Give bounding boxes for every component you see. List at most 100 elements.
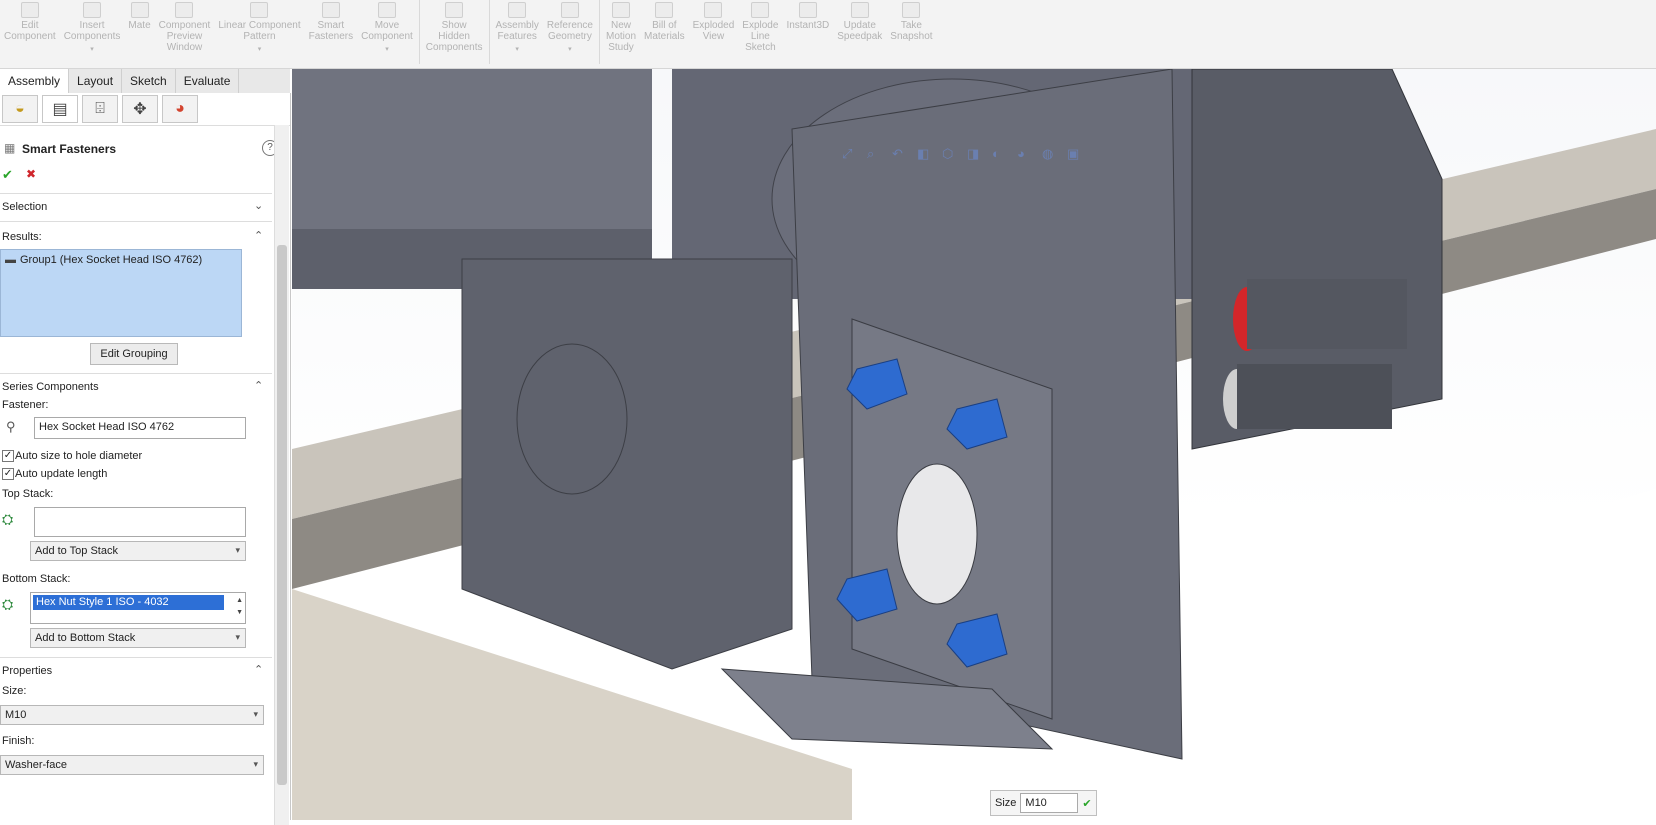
- auto-length-checkbox[interactable]: ✓: [2, 468, 14, 480]
- command-manager-ribbon: Edit Component Insert Components ▾ Mate Comp…: [0, 0, 1656, 69]
- update-speedpak-button[interactable]: Update Speedpak: [833, 0, 886, 42]
- add-top-stack-dropdown[interactable]: Add to Top Stack ▾: [30, 541, 246, 561]
- size-popup: Size M10 ✔: [990, 790, 1097, 816]
- move-component-button[interactable]: Move Component ▾: [357, 0, 417, 55]
- series-components-header[interactable]: Series Components: [2, 381, 99, 393]
- ribbon-label: Move Component: [361, 20, 413, 42]
- add-bottom-stack-dropdown[interactable]: Add to Bottom Stack ▾: [30, 628, 246, 648]
- chevron-down-icon[interactable]: ▾: [515, 44, 519, 55]
- tab-assembly[interactable]: Assembly: [0, 69, 70, 93]
- top-stack-list[interactable]: [34, 507, 246, 537]
- results-list[interactable]: ▬ Group1 (Hex Socket Head ISO 4762): [0, 249, 242, 337]
- edit-grouping-button[interactable]: Edit Grouping: [90, 343, 178, 365]
- configuration-icon: ⌹: [95, 100, 105, 117]
- tab-layout[interactable]: Layout: [69, 69, 123, 93]
- mate-button[interactable]: Mate: [124, 0, 154, 31]
- hide-show-icon[interactable]: ◐: [992, 146, 1000, 161]
- add-top-stack-label: Add to Top Stack: [35, 545, 118, 557]
- assembly-features-button[interactable]: Assembly Features ▾: [492, 0, 543, 55]
- zoom-area-icon[interactable]: ⌕: [867, 146, 874, 162]
- properties-header[interactable]: Properties: [2, 665, 52, 677]
- chevron-up-icon[interactable]: ⌃: [254, 379, 264, 392]
- ribbon-separator: [488, 0, 490, 64]
- zoom-to-fit-icon[interactable]: ⤢: [842, 146, 852, 162]
- cancel-button[interactable]: ✖: [26, 167, 36, 181]
- linear-component-pattern-button[interactable]: Linear Component Pattern ▾: [214, 0, 304, 55]
- new-motion-study-icon: [612, 2, 630, 18]
- chevron-up-icon[interactable]: ⌃: [254, 229, 264, 242]
- ribbon-label: Instant3D: [786, 20, 830, 31]
- take-snapshot-icon: [902, 2, 921, 18]
- panel-scrollbar[interactable]: [274, 125, 289, 825]
- reference-geometry-button[interactable]: Reference Geometry ▾: [543, 0, 597, 55]
- feature-manager-tab[interactable]: ◒: [2, 95, 38, 123]
- connector-housing: [1247, 279, 1407, 349]
- edit-appearance-icon[interactable]: ◕: [1017, 146, 1025, 161]
- view-settings-icon[interactable]: ▣: [1067, 146, 1079, 162]
- component-preview-window-button[interactable]: Component Preview Window: [155, 0, 215, 53]
- selection-section-header[interactable]: Selection: [2, 201, 47, 213]
- auto-size-label: Auto size to hole diameter: [15, 450, 143, 462]
- auto-size-checkbox[interactable]: ✓: [2, 450, 14, 462]
- exploded-view-button[interactable]: Exploded View: [689, 0, 739, 42]
- reference-geometry-icon: [560, 2, 579, 18]
- add-bottom-stack-label: Add to Bottom Stack: [35, 632, 136, 644]
- page-title: Smart Fasteners: [22, 142, 117, 156]
- size-popup-ok-button[interactable]: ✔: [1078, 797, 1095, 810]
- ok-button[interactable]: ✔: [2, 167, 13, 183]
- smart-fasteners-icon: ▦: [4, 141, 16, 155]
- property-manager-tab[interactable]: ▤: [42, 95, 78, 123]
- feature-tree-icon: ◒: [15, 100, 25, 117]
- chevron-down-icon[interactable]: ▾: [385, 44, 389, 55]
- explode-line-sketch-button[interactable]: Explode Line Sketch: [738, 0, 782, 53]
- scrollbar-thumb[interactable]: [277, 245, 287, 785]
- size-dropdown[interactable]: M10 ▾: [0, 705, 264, 725]
- spin-arrows-icon[interactable]: ▲ ▼: [236, 595, 243, 619]
- instant3d-button[interactable]: Instant3D: [782, 0, 833, 31]
- ribbon-label: Edit Component: [4, 20, 56, 42]
- take-snapshot-button[interactable]: Take Snapshot: [886, 0, 936, 42]
- section-view-icon[interactable]: ◧: [917, 146, 929, 162]
- ribbon-label: Component Preview Window: [158, 20, 211, 53]
- new-motion-study-button[interactable]: New Motion Study: [602, 0, 640, 53]
- ribbon-label: Show Hidden Components: [425, 20, 483, 53]
- list-item[interactable]: ▬ Group1 (Hex Socket Head ISO 4762): [1, 250, 241, 270]
- display-style-icon[interactable]: ◨: [967, 146, 979, 162]
- size-popup-field[interactable]: M10: [1020, 793, 1079, 813]
- show-hidden-components-button[interactable]: Show Hidden Components: [422, 0, 487, 53]
- exploded-view-icon: [704, 2, 723, 18]
- tab-evaluate[interactable]: Evaluate: [175, 69, 240, 93]
- insert-components-button[interactable]: Insert Components ▾: [60, 0, 125, 55]
- view-orientation-icon[interactable]: ⬡: [942, 146, 953, 162]
- ribbon-separator: [418, 0, 420, 64]
- results-section-header[interactable]: Results:: [2, 231, 42, 243]
- size-value: M10: [5, 709, 27, 721]
- apply-scene-icon[interactable]: ◍: [1042, 146, 1053, 162]
- smart-fasteners-button[interactable]: Smart Fasteners: [305, 0, 357, 42]
- ribbon-label: Take Snapshot: [890, 20, 933, 42]
- configuration-manager-tab[interactable]: ⌹: [82, 95, 118, 123]
- assembly-model: [292, 69, 1656, 820]
- chevron-up-icon[interactable]: ⌃: [254, 663, 264, 676]
- connector-housing: [1237, 364, 1392, 429]
- dimxpert-tab[interactable]: ✥: [122, 95, 158, 123]
- edit-component-button[interactable]: Edit Component: [0, 0, 60, 42]
- ribbon-separator: [599, 0, 600, 64]
- chevron-down-icon[interactable]: ▾: [568, 44, 572, 55]
- list-item[interactable]: Hex Nut Style 1 ISO - 4032: [33, 595, 224, 610]
- update-speedpak-icon: [850, 2, 869, 18]
- chevron-down-icon[interactable]: ▾: [258, 44, 262, 55]
- mate-icon: [130, 2, 149, 18]
- previous-view-icon[interactable]: ↶: [892, 146, 903, 162]
- graphics-viewport[interactable]: ⤢ ⌕ ↶ ◧ ⬡ ◨ ◐ ◕ ◍ ▣: [292, 69, 1656, 820]
- chevron-down-icon[interactable]: ▾: [90, 44, 94, 55]
- chevron-down-icon[interactable]: ⌄: [254, 199, 264, 212]
- fastener-field[interactable]: Hex Socket Head ISO 4762: [34, 417, 246, 439]
- finish-dropdown[interactable]: Washer-face ▾: [0, 755, 264, 775]
- fastener-label: Fastener:: [2, 399, 49, 411]
- bill-of-materials-button[interactable]: Bill of Materials: [640, 0, 689, 42]
- finish-label: Finish:: [2, 735, 35, 747]
- tab-sketch[interactable]: Sketch: [122, 69, 176, 93]
- bottom-stack-list[interactable]: Hex Nut Style 1 ISO - 4032 ▲ ▼: [30, 592, 246, 624]
- display-manager-tab[interactable]: ◕: [162, 95, 198, 123]
